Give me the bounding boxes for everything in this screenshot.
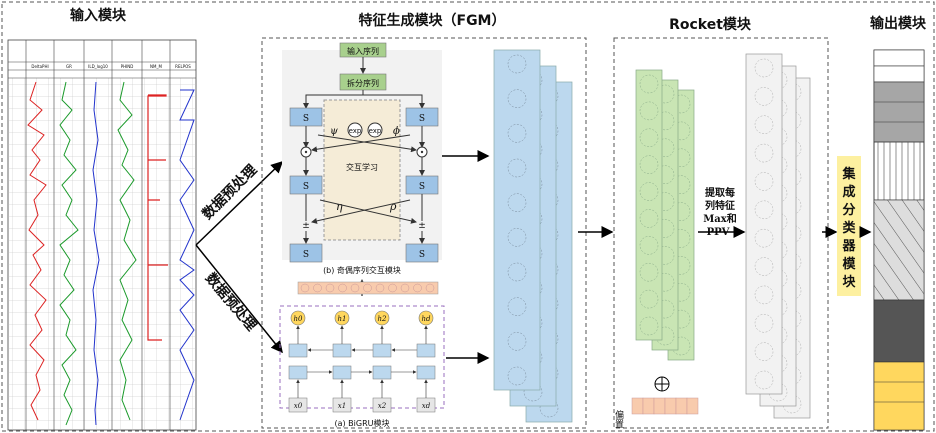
ensemble-module: 集成分类器模块 bbox=[837, 156, 861, 296]
gru-back-2 bbox=[372, 343, 392, 358]
preprocess-arrows: 数据预处理 数据预处理 bbox=[195, 160, 284, 354]
s-odd-prime-label: S bbox=[303, 182, 309, 192]
rocket-kernel-stack bbox=[635, 69, 695, 361]
s-odd-out-label: S bbox=[303, 250, 309, 260]
bias-label: 偏置 bbox=[613, 409, 624, 428]
x-label-2: x2 bbox=[378, 402, 387, 410]
ensemble-char-3: 类 bbox=[842, 220, 856, 236]
preprocess-label-lower: 数据预处理 bbox=[202, 270, 260, 335]
blueMaps-layer-0 bbox=[493, 49, 541, 391]
rocket-extract-text: 提取每 列特征 Max和 PPV bbox=[703, 186, 737, 238]
s-even-label: S bbox=[419, 114, 425, 124]
output-layer-dark bbox=[873, 299, 925, 363]
diagram-canvas: 输入模块 特征生成模块（FGM） Rocket模块 输出模块 DeltaPHI G… bbox=[0, 0, 936, 433]
split-seq-label: 拆分序列 bbox=[347, 78, 379, 88]
extract-line-2: 列特征 bbox=[705, 199, 735, 212]
input-module-title: 输入模块 bbox=[70, 7, 127, 24]
h-label-0: h0 bbox=[294, 315, 304, 323]
bias-group: 偏置 bbox=[613, 376, 699, 428]
log-header-5: RELPOS bbox=[175, 64, 191, 69]
gru-fwd-1 bbox=[332, 365, 352, 380]
x-label-3: xd bbox=[422, 402, 431, 410]
output-stack bbox=[873, 49, 925, 431]
exp-label-2: exp bbox=[369, 127, 382, 135]
ensemble-char-0: 集 bbox=[841, 166, 856, 182]
input-seq-label: 输入序列 bbox=[347, 46, 379, 56]
ensemble-char-4: 器 bbox=[841, 239, 856, 254]
log-header-1: GR bbox=[66, 64, 72, 69]
ensemble-char-6: 块 bbox=[842, 274, 856, 290]
x-label-1: x1 bbox=[338, 402, 346, 410]
exp-label-1: exp bbox=[349, 127, 362, 135]
h-label-1: h1 bbox=[338, 315, 347, 323]
gru-fwd-3 bbox=[416, 365, 436, 380]
gru-back-3 bbox=[416, 343, 436, 358]
rho-symbol: ρ bbox=[389, 200, 397, 213]
bigru-panel: h0 x0 h1 x1 h2 x2 hd xd (a) BiGRU模块 bbox=[279, 305, 445, 428]
s-even-prime-label: S bbox=[419, 182, 425, 192]
ensemble-char-2: 分 bbox=[842, 202, 855, 218]
fgm-module-title: 特征生成模块（FGM） bbox=[359, 12, 506, 29]
odd-even-interaction-panel: 输入序列 拆分序列 S S ψ exp exp ϕ 交互学习 S S η ρ ±… bbox=[282, 42, 442, 275]
log-header-4: NM_M bbox=[150, 64, 162, 69]
feature-maps-stack bbox=[493, 49, 573, 423]
sequence-strip bbox=[297, 281, 439, 295]
log-header-2: ILD_log10 bbox=[88, 64, 108, 69]
extract-line-1: 提取每 bbox=[705, 186, 735, 199]
x-label-0: x0 bbox=[294, 402, 303, 410]
output-layer-hatch bbox=[873, 199, 925, 301]
output-layer-lines bbox=[873, 141, 925, 201]
log-header-3: PHIND bbox=[121, 64, 134, 69]
bias-block-4 bbox=[675, 397, 688, 415]
sub-node-left: ± bbox=[302, 221, 310, 231]
odd-even-caption: (b) 奇偶序列交互模块 bbox=[323, 265, 401, 275]
s-even-out-label: S bbox=[419, 250, 425, 260]
rocket-feature-stack bbox=[745, 53, 811, 419]
output-module-title: 输出模块 bbox=[870, 15, 927, 32]
s-odd-label: S bbox=[303, 114, 309, 124]
extract-line-3: Max和 bbox=[703, 212, 737, 225]
rocket-module-title: Rocket模块 bbox=[669, 16, 752, 33]
psi-symbol: ψ bbox=[330, 126, 338, 137]
output-layer-yellow bbox=[873, 361, 925, 431]
output-layer-gray bbox=[873, 81, 925, 143]
gru-back-0 bbox=[288, 343, 308, 358]
well-log-panel: DeltaPHI GR ILD_log10 PHIND NM_M RELPOS bbox=[7, 39, 197, 431]
gru-fwd-2 bbox=[372, 365, 392, 380]
grayMaps-layer-0 bbox=[745, 53, 783, 395]
diagram-svg: 输入模块 特征生成模块（FGM） Rocket模块 输出模块 DeltaPHI G… bbox=[1, 1, 935, 432]
sub-node-right: ± bbox=[418, 221, 426, 231]
h-label-2: h2 bbox=[378, 315, 388, 323]
h-label-3: hd bbox=[422, 315, 432, 323]
log-header-0: DeltaPHI bbox=[31, 64, 48, 69]
bias-block-0 bbox=[631, 397, 644, 415]
ensemble-char-5: 模 bbox=[842, 256, 856, 272]
eta-symbol: η bbox=[336, 200, 343, 213]
bias-block-3 bbox=[664, 397, 677, 415]
phi-symbol: ϕ bbox=[393, 126, 400, 137]
gru-fwd-0 bbox=[288, 365, 308, 380]
bigru-caption: (a) BiGRU模块 bbox=[334, 418, 389, 428]
bias-block-2 bbox=[653, 397, 666, 415]
bias-block-1 bbox=[642, 397, 655, 415]
gru-back-1 bbox=[332, 343, 352, 358]
interact-label: 交互学习 bbox=[346, 162, 378, 172]
ensemble-char-1: 成 bbox=[842, 184, 855, 200]
bias-block-5 bbox=[686, 397, 699, 415]
